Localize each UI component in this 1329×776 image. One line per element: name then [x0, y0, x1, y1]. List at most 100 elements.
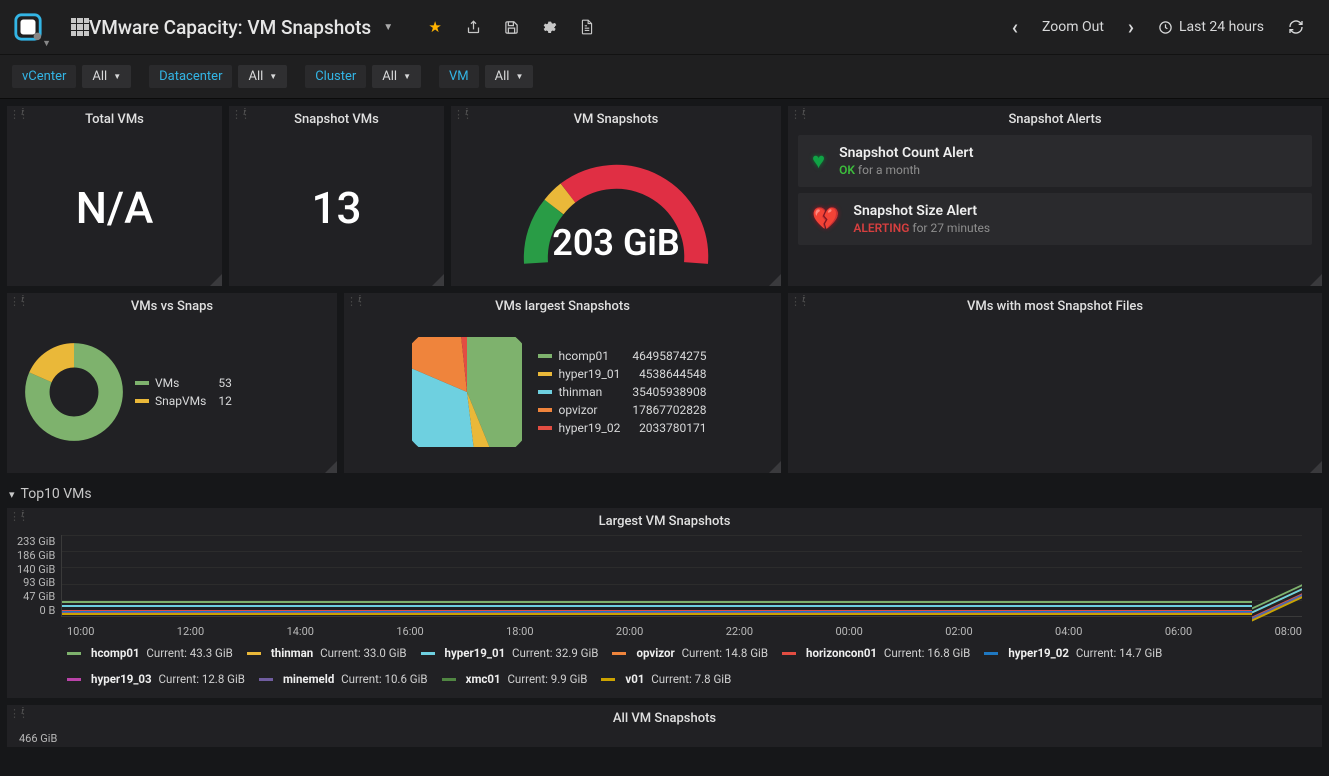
panel-total-vms[interactable]: ⋮⋮ i Total VMs N/A: [7, 106, 222, 286]
var-dropdown-datacenter[interactable]: All▼: [238, 65, 287, 88]
var-dropdown-cluster[interactable]: All▼: [372, 65, 421, 88]
panel-snapshot-alerts[interactable]: ⋮⋮ i Snapshot Alerts ♥ Snapshot Count Ale…: [788, 106, 1322, 286]
heart-break-icon: 💔: [812, 207, 839, 232]
legend-row[interactable]: opvizor17867702828: [532, 401, 712, 419]
panel-title: VMs largest Snapshots: [344, 293, 781, 316]
legend-row[interactable]: hcomp0146495874275: [532, 347, 712, 365]
panel-title: VMs vs Snaps: [7, 293, 337, 316]
legend-table: VMs53SnapVMs12: [129, 374, 238, 410]
alert-row[interactable]: 💔 Snapshot Size Alert ALERTING for 27 minu…: [798, 193, 1312, 245]
var-label-vcenter: vCenter: [12, 65, 76, 88]
alert-name: Snapshot Size Alert: [853, 203, 990, 219]
resize-handle[interactable]: [769, 461, 781, 473]
refresh-button[interactable]: [1278, 9, 1314, 45]
legend-item[interactable]: hcomp01 Current: 43.3 GiB: [67, 646, 233, 660]
legend-item[interactable]: v01 Current: 7.8 GiB: [601, 672, 731, 686]
time-back-button[interactable]: ‹: [1002, 9, 1028, 45]
legend-row[interactable]: thinman35405938908: [532, 383, 712, 401]
top-navbar: ▼ VMware Capacity: VM Snapshots ▼ ★ ‹ Zo…: [0, 0, 1329, 55]
export-pdf-button[interactable]: [569, 9, 605, 45]
row-title: Top10 VMs: [21, 486, 92, 502]
resize-handle[interactable]: [769, 274, 781, 286]
star-button[interactable]: ★: [417, 9, 453, 45]
save-button[interactable]: [493, 9, 529, 45]
pie-chart: [412, 337, 522, 447]
panel-title: Largest VM Snapshots: [7, 508, 1322, 531]
row-toggle-top10[interactable]: ▾ Top10 VMs: [7, 480, 1322, 508]
settings-button[interactable]: [531, 9, 567, 45]
panel-title: VMs with most Snapshot Files: [788, 293, 1322, 316]
donut-chart: [19, 337, 129, 447]
legend-row[interactable]: SnapVMs12: [129, 392, 238, 410]
drag-handle-icon[interactable]: ⋮⋮: [346, 295, 358, 307]
legend-item[interactable]: hyper19_02 Current: 14.7 GiB: [984, 646, 1162, 660]
share-button[interactable]: [455, 9, 491, 45]
info-icon[interactable]: i: [465, 107, 473, 119]
panel-all-vm-snapshots[interactable]: ⋮⋮ i All VM Snapshots 466 GiB: [7, 705, 1322, 747]
drag-handle-icon[interactable]: ⋮⋮: [9, 108, 21, 120]
panel-most-snapshot-files[interactable]: ⋮⋮ i VMs with most Snapshot Files: [788, 293, 1322, 473]
info-icon[interactable]: i: [21, 509, 29, 521]
drag-handle-icon[interactable]: ⋮⋮: [790, 295, 802, 307]
legend-item[interactable]: xmc01 Current: 9.9 GiB: [442, 672, 588, 686]
alert-row[interactable]: ♥Snapshot Count AlertOK for a month: [798, 135, 1312, 187]
panel-largest-snapshots-pie[interactable]: ⋮⋮ i VMs largest Snapshots hcomp01464958…: [344, 293, 781, 473]
info-icon[interactable]: i: [21, 107, 29, 119]
info-icon[interactable]: i: [21, 294, 29, 306]
stat-value: N/A: [7, 129, 222, 286]
resize-handle[interactable]: [432, 274, 444, 286]
graph-legend: hcomp01 Current: 43.3 GiB thinman Current…: [7, 638, 1322, 698]
time-forward-button[interactable]: ›: [1118, 9, 1144, 45]
legend-item[interactable]: opvizor Current: 14.8 GiB: [612, 646, 768, 660]
stat-value: 13: [229, 129, 444, 286]
drag-handle-icon[interactable]: ⋮⋮: [231, 108, 243, 120]
info-icon[interactable]: i: [802, 294, 810, 306]
drag-handle-icon[interactable]: ⋮⋮: [453, 108, 465, 120]
drag-handle-icon[interactable]: ⋮⋮: [790, 108, 802, 120]
legend-item[interactable]: horizoncon01 Current: 16.8 GiB: [782, 646, 970, 660]
var-dropdown-vcenter[interactable]: All▼: [82, 65, 131, 88]
info-icon[interactable]: i: [358, 294, 366, 306]
time-picker[interactable]: Last 24 hours: [1148, 9, 1274, 45]
time-range-label: Last 24 hours: [1179, 19, 1264, 35]
legend-row[interactable]: hyper19_014538644548: [532, 365, 712, 383]
zoom-out-button[interactable]: Zoom Out: [1032, 9, 1114, 45]
legend-item[interactable]: minemeld Current: 10.6 GiB: [259, 672, 428, 686]
drag-handle-icon[interactable]: ⋮⋮: [9, 295, 21, 307]
info-icon[interactable]: i: [243, 107, 251, 119]
var-label-cluster: Cluster: [305, 65, 366, 88]
panel-title: All VM Snapshots: [7, 705, 1322, 728]
alert-status: ALERTING for 27 minutes: [853, 221, 990, 235]
heart-icon: ♥: [812, 148, 825, 174]
alert-name: Snapshot Count Alert: [839, 145, 973, 161]
resize-handle[interactable]: [1310, 461, 1322, 473]
brand-menu[interactable]: ▼: [0, 0, 55, 55]
legend-item[interactable]: hyper19_03 Current: 12.8 GiB: [67, 672, 245, 686]
info-icon[interactable]: i: [802, 107, 810, 119]
panel-title: Snapshot Alerts: [788, 106, 1322, 129]
panel-largest-vm-snapshots[interactable]: ⋮⋮ i Largest VM Snapshots 233 GiB186 GiB…: [7, 508, 1322, 698]
panel-vm-snapshots-gauge[interactable]: ⋮⋮ i VM Snapshots 203 GiB: [451, 106, 781, 286]
var-label-datacenter: Datacenter: [149, 65, 232, 88]
legend-table: hcomp0146495874275hyper19_014538644548th…: [532, 347, 712, 437]
y-axis: 233 GiB186 GiB140 GiB93 GiB47 GiB0 B: [17, 535, 61, 617]
panel-snapshot-vms[interactable]: ⋮⋮ i Snapshot VMs 13: [229, 106, 444, 286]
template-var-bar: vCenterAll▼DatacenterAll▼ClusterAll▼VMAl…: [0, 55, 1329, 99]
resize-handle[interactable]: [1310, 274, 1322, 286]
resize-handle[interactable]: [325, 461, 337, 473]
var-dropdown-vm[interactable]: All▼: [485, 65, 534, 88]
panel-title: Snapshot VMs: [229, 106, 444, 129]
info-icon[interactable]: i: [21, 706, 29, 718]
drag-handle-icon[interactable]: ⋮⋮: [9, 707, 21, 719]
dashboard-picker[interactable]: VMware Capacity: VM Snapshots ▼: [55, 0, 409, 55]
legend-item[interactable]: thinman Current: 33.0 GiB: [247, 646, 407, 660]
dashboard-icon: [71, 18, 89, 36]
clock-icon: [1158, 20, 1173, 35]
drag-handle-icon[interactable]: ⋮⋮: [9, 510, 21, 522]
legend-item[interactable]: hyper19_01 Current: 32.9 GiB: [421, 646, 599, 660]
resize-handle[interactable]: [210, 274, 222, 286]
panel-vms-vs-snaps[interactable]: ⋮⋮ i VMs vs Snaps VMs53SnapVMs12: [7, 293, 337, 473]
plot-area[interactable]: [61, 535, 1302, 617]
legend-row[interactable]: hyper19_022033780171: [532, 419, 712, 437]
legend-row[interactable]: VMs53: [129, 374, 238, 392]
